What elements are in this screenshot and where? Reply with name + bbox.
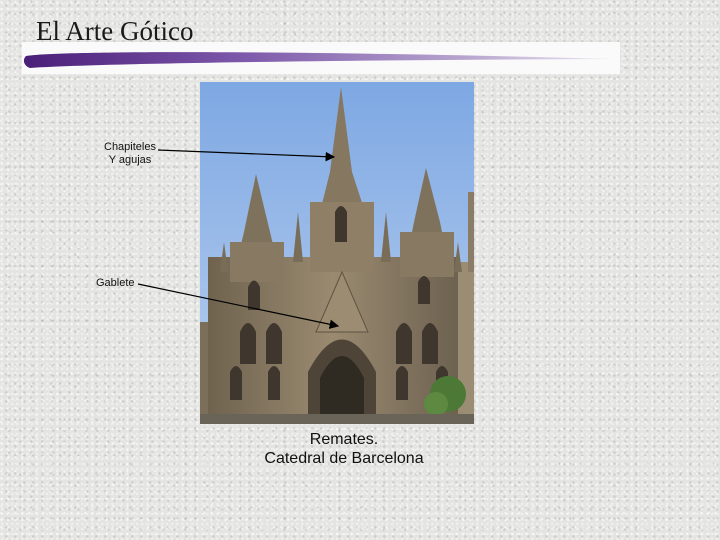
gable-label: Gablete [96,277,135,289]
caption-line2: Catedral de Barcelona [264,450,424,467]
spires-label-line1: Chapiteles [104,141,156,153]
photo-caption: Remates. Catedral de Barcelona [250,430,438,468]
spires-label: Chapiteles Y agujas [104,141,156,167]
spires-label-line2: Y agujas [108,154,152,166]
barcelona-cathedral-photo [200,82,474,424]
title-underline-swoosh [22,42,620,74]
caption-line1: Remates. [309,431,379,448]
